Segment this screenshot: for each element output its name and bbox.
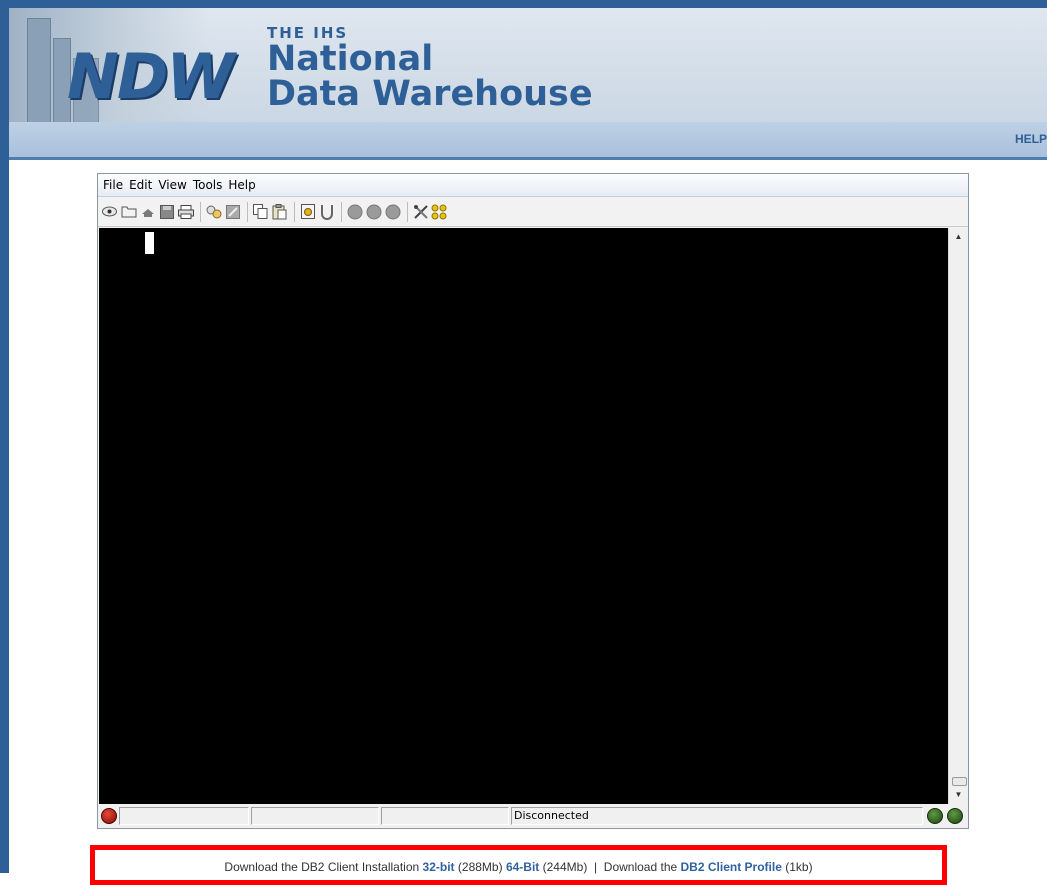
logo-title-line2: Data Warehouse: [267, 74, 593, 114]
toolbar-separator: [247, 201, 248, 222]
download-64bit-link[interactable]: 64-Bit: [506, 860, 539, 874]
profile-prefix: Download the: [603, 860, 678, 874]
connection-status-red-icon: [101, 808, 117, 824]
print-icon[interactable]: [177, 203, 194, 220]
status-cell-2: [251, 807, 379, 825]
ndw-logo[interactable]: NDW: [67, 46, 235, 108]
help-icon[interactable]: [431, 203, 448, 220]
terminal-emulator-applet: File Edit View Tools Help ▲ ▼ Disconnect…: [97, 173, 969, 829]
connect-icon[interactable]: [101, 203, 118, 220]
toolbar-separator: [200, 201, 201, 222]
scroll-down-arrow-icon[interactable]: ▼: [949, 788, 968, 802]
text-cursor: [145, 232, 154, 254]
download-32bit-link[interactable]: 32-bit: [423, 860, 455, 874]
open-folder-icon[interactable]: [120, 203, 137, 220]
vertical-scrollbar[interactable]: ▲ ▼: [948, 228, 968, 804]
site-header: NDW THE IHS National Data Warehouse: [9, 0, 1047, 122]
button-2-icon[interactable]: [365, 203, 382, 220]
download-separator: |: [593, 860, 598, 874]
copy-icon[interactable]: [252, 203, 269, 220]
connection-status-text: Disconnected: [511, 807, 923, 825]
download-profile-link[interactable]: DB2 Client Profile: [681, 860, 782, 874]
page-left-border: [0, 0, 9, 873]
download-32bit-size: (288Mb): [457, 860, 503, 874]
nav-bar: HELP: [9, 122, 1047, 160]
building-shape: [27, 18, 51, 122]
keypad-icon[interactable]: [318, 203, 335, 220]
terminal-screen[interactable]: [99, 228, 948, 804]
menu-edit[interactable]: Edit: [129, 178, 152, 192]
settings-icon[interactable]: [412, 203, 429, 220]
save-icon[interactable]: [158, 203, 175, 220]
menu-file[interactable]: File: [103, 178, 123, 192]
logo-title-line1: National: [267, 39, 434, 79]
toolbar-separator: [294, 201, 295, 222]
download-profile-size: (1kb): [785, 860, 813, 874]
toolbar-separator: [341, 201, 342, 222]
transfer-icon[interactable]: [299, 203, 316, 220]
status-bar: Disconnected: [99, 805, 967, 827]
menu-tools[interactable]: Tools: [193, 178, 223, 192]
download-64bit-size: (244Mb): [542, 860, 588, 874]
toolbar: [98, 197, 968, 227]
toolbar-separator: [407, 201, 408, 222]
macro-icon[interactable]: [205, 203, 222, 220]
button-1-icon[interactable]: [346, 203, 363, 220]
disconnect-icon[interactable]: [139, 203, 156, 220]
download-prefix: Download the DB2 Client Installation: [224, 860, 420, 874]
scroll-up-arrow-icon[interactable]: ▲: [949, 230, 968, 244]
status-cell-1: [119, 807, 249, 825]
record-icon[interactable]: [224, 203, 241, 220]
status-green-icon: [927, 808, 943, 824]
menu-bar: File Edit View Tools Help: [98, 174, 968, 197]
help-link[interactable]: HELP: [1015, 132, 1047, 146]
status-cell-3: [381, 807, 509, 825]
status-green-icon: [947, 808, 963, 824]
download-box: Download the DB2 Client Installation 32-…: [90, 845, 947, 885]
scrollbar-thumb[interactable]: [952, 777, 967, 786]
menu-view[interactable]: View: [158, 178, 186, 192]
button-3-icon[interactable]: [384, 203, 401, 220]
logo-title: National Data Warehouse: [267, 42, 593, 112]
menu-help[interactable]: Help: [228, 178, 255, 192]
paste-icon[interactable]: [271, 203, 288, 220]
